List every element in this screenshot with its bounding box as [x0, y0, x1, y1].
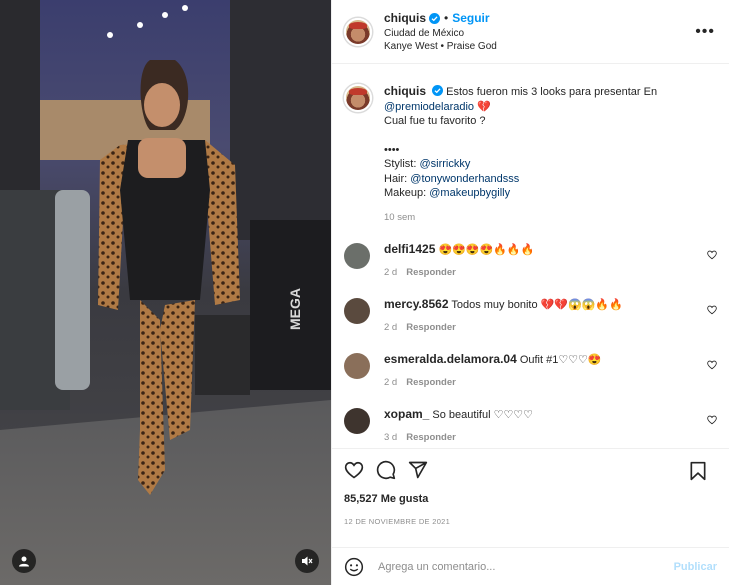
hair-mention[interactable]: @tonywonderhandsss [410, 173, 519, 185]
makeup-label: Makeup: [384, 187, 430, 199]
verified-badge-icon [429, 12, 441, 24]
post-caption: chiquis Estos fueron mis 3 looks para pr… [344, 84, 717, 225]
likes-count[interactable]: 85,527 Me gusta [344, 493, 717, 505]
like-heart-icon[interactable] [344, 460, 364, 480]
comment-username[interactable]: esmeralda.delamora.04 [384, 352, 517, 366]
like-comment-heart-icon[interactable] [707, 360, 717, 370]
video-frame: MEGA [0, 0, 331, 585]
comment-item: esmeralda.delamora.04 Oufit #1♡♡♡😍 2 d Re… [344, 352, 717, 390]
reply-button[interactable]: Responder [406, 267, 456, 278]
comment-text: Todos muy bonito 💔💔😱😱🔥🔥 [451, 299, 623, 311]
publish-button[interactable]: Publicar [674, 561, 717, 573]
svg-text:MEGA: MEGA [287, 288, 303, 330]
post-video[interactable]: MEGA [0, 0, 331, 585]
reply-button[interactable]: Responder [406, 432, 456, 443]
comment-avatar[interactable] [344, 298, 370, 324]
comment-text: Oufit #1♡♡♡😍 [519, 354, 602, 366]
caption-dots: •••• [384, 143, 400, 156]
verified-badge-icon [432, 85, 444, 96]
post-side-panel: chiquis • Seguir Ciudad de México Kanye … [331, 0, 729, 585]
comment-item: xopam_ So beautiful ♡♡♡♡ 3 d Responder [344, 407, 717, 445]
author-info: chiquis • Seguir Ciudad de México Kanye … [384, 11, 497, 52]
comment-avatar[interactable] [344, 408, 370, 434]
comment-item: mercy.8562 Todos muy bonito 💔💔😱😱🔥🔥 2 d Re… [344, 297, 717, 335]
comment-username[interactable]: delfi1425 [384, 242, 435, 256]
post-header: chiquis • Seguir Ciudad de México Kanye … [332, 0, 729, 64]
comment-avatar[interactable] [344, 243, 370, 269]
like-comment-heart-icon[interactable] [707, 305, 717, 315]
like-comment-heart-icon[interactable] [707, 415, 717, 425]
caption-author-avatar[interactable] [344, 84, 372, 112]
like-comment-heart-icon[interactable] [707, 250, 717, 260]
comment-time[interactable]: 2 d [384, 377, 397, 388]
separator-dot: • [444, 11, 449, 25]
stylist-label: Stylist: [384, 158, 420, 170]
comment-avatar[interactable] [344, 353, 370, 379]
caption-username[interactable]: chiquis [384, 84, 426, 98]
comment-time[interactable]: 2 d [384, 267, 397, 278]
author-avatar[interactable] [344, 17, 372, 46]
post-music[interactable]: Kanye West • Praise God [384, 41, 497, 52]
caption-time[interactable]: 10 sem [384, 211, 694, 226]
share-paper-plane-icon[interactable] [408, 460, 428, 480]
comment-text: 😍😍😍😍🔥🔥🔥 [438, 244, 535, 256]
caption-emoji: 💔 [477, 100, 491, 113]
comment-text: So beautiful ♡♡♡♡ [432, 409, 534, 421]
emoji-picker-icon[interactable] [344, 557, 364, 577]
reply-button[interactable]: Responder [406, 322, 456, 333]
follow-button[interactable]: Seguir [452, 11, 489, 25]
mute-button[interactable] [295, 549, 319, 573]
bookmark-icon[interactable] [689, 461, 707, 481]
comment-bubble-icon[interactable] [376, 460, 396, 480]
comment-username[interactable]: xopam_ [384, 407, 429, 421]
makeup-mention[interactable]: @makeupbygilly [429, 187, 510, 199]
hair-label: Hair: [384, 172, 411, 185]
author-username[interactable]: chiquis [384, 11, 426, 25]
caption-mention-premiodelaradio[interactable]: @premiodelaradio [384, 101, 474, 113]
comment-composer: Publicar [332, 547, 729, 585]
speaker-muted-icon [302, 556, 313, 566]
reply-button[interactable]: Responder [406, 377, 456, 388]
caption-text-line1: Estos fueron mis 3 looks para presentar … [446, 86, 658, 98]
stylist-mention[interactable]: @sirrickky [419, 158, 470, 170]
comment-time[interactable]: 3 d [384, 432, 397, 443]
instagram-post: MEGA chiquis • Seguir Ciudad de México K… [0, 0, 729, 585]
comment-time[interactable]: 2 d [384, 322, 397, 333]
caption-text-line2: Cual fue tu favorito ? [384, 115, 486, 127]
post-location[interactable]: Ciudad de México [384, 28, 497, 39]
comment-input[interactable] [378, 560, 674, 573]
post-actions: 85,527 Me gusta 12 DE NOVIEMBRE DE 2021 … [332, 448, 729, 585]
post-date[interactable]: 12 DE NOVIEMBRE DE 2021 [344, 517, 717, 526]
comments-section[interactable]: chiquis Estos fueron mis 3 looks para pr… [332, 64, 729, 448]
user-tag-button[interactable] [12, 549, 36, 573]
comment-item: delfi1425 😍😍😍😍🔥🔥🔥 2 d Responder [344, 242, 717, 280]
user-icon [19, 556, 29, 567]
comment-username[interactable]: mercy.8562 [384, 297, 449, 311]
more-options-icon[interactable]: ••• [695, 24, 715, 40]
